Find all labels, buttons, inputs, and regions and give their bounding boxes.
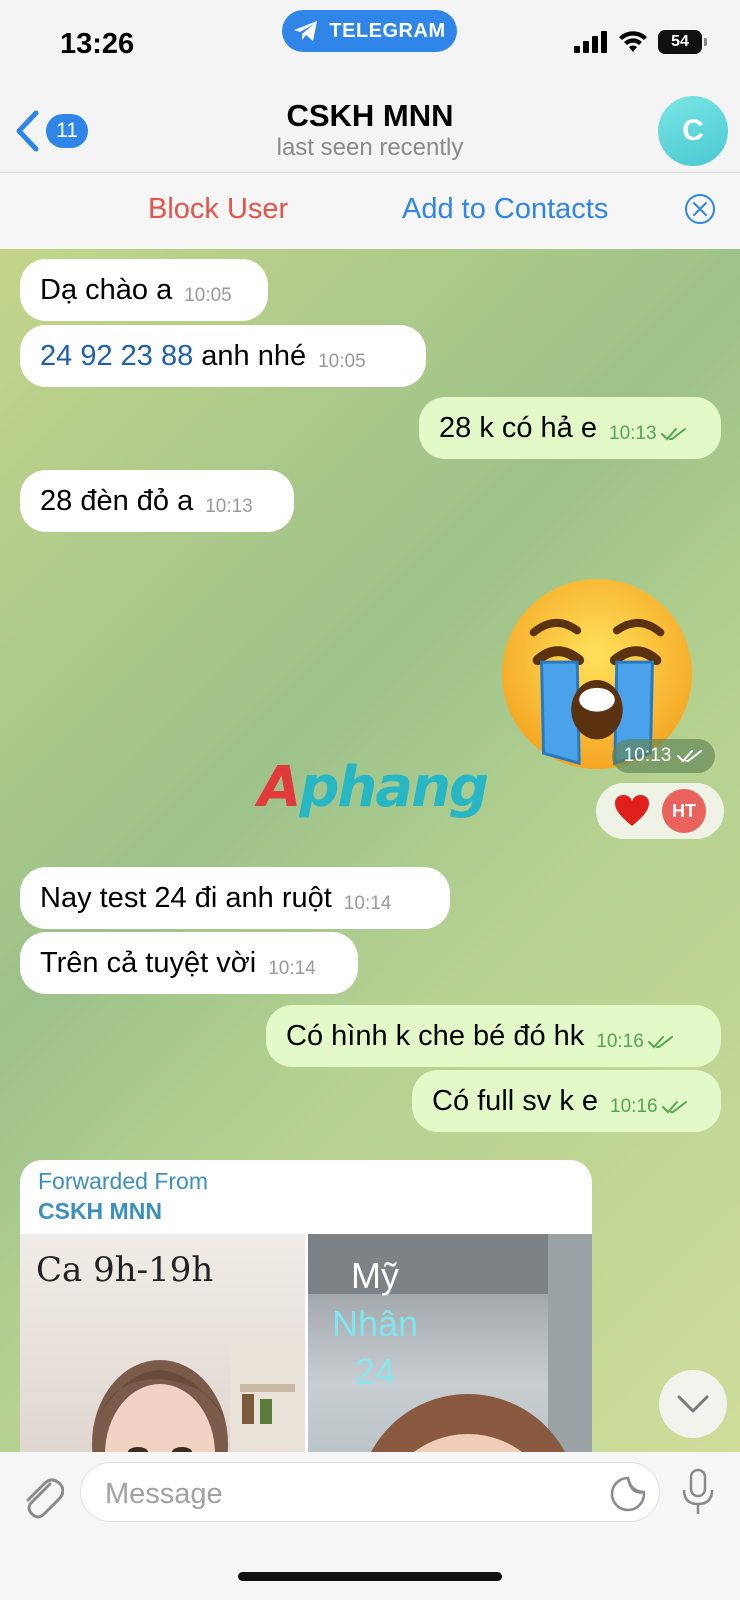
- message-time: 10:16: [596, 1031, 644, 1052]
- portrait-image: [92, 1344, 305, 1452]
- message-time: 10:13: [205, 496, 253, 517]
- status-icons: 54: [574, 30, 707, 54]
- reaction-user-avatar: HT: [662, 789, 706, 833]
- message-time: 10:14: [343, 893, 392, 914]
- chat-message-list[interactable]: Dạ chào a 10:05 24 92 23 88 anh nhé 10:0…: [0, 249, 740, 1452]
- status-time: 13:26: [60, 28, 135, 60]
- phone-number-link[interactable]: 24 92 23 88: [40, 340, 193, 373]
- message-text: 28 k có hả e: [439, 411, 597, 444]
- message-incoming[interactable]: 24 92 23 88 anh nhé 10:05: [20, 325, 426, 387]
- double-check-icon: [647, 1036, 673, 1049]
- forwarded-message[interactable]: Forwarded From CSKH MNN Ca 9h-19h Mỹ Nhâ…: [20, 1160, 592, 1452]
- forwarded-from-name[interactable]: CSKH MNN: [38, 1198, 162, 1225]
- home-indicator: [238, 1572, 502, 1581]
- scroll-to-bottom-button[interactable]: [659, 1370, 727, 1438]
- telegram-pill-label: TELEGRAM: [329, 19, 446, 42]
- message-time: 10:13: [623, 745, 672, 766]
- message-incoming[interactable]: Dạ chào a 10:05: [20, 259, 268, 321]
- message-incoming[interactable]: 28 đèn đỏ a 10:13: [20, 470, 294, 532]
- double-check-icon: [661, 1101, 687, 1114]
- message-incoming[interactable]: Trên cả tuyệt vời 10:14: [20, 932, 358, 994]
- photo-caption: Mỹ Nhân 24: [331, 1255, 419, 1392]
- add-to-contacts-button[interactable]: Add to Contacts: [402, 193, 608, 226]
- paperclip-icon[interactable]: [20, 1472, 64, 1520]
- forwarded-label: Forwarded From: [38, 1168, 208, 1194]
- message-text: Dạ chào a: [40, 273, 173, 306]
- double-check-icon: [677, 750, 703, 763]
- contact-avatar[interactable]: C: [658, 96, 728, 166]
- message-time: 10:16: [610, 1096, 658, 1117]
- message-text: anh nhé: [193, 339, 307, 372]
- message-field[interactable]: [80, 1462, 660, 1522]
- microphone-icon[interactable]: [680, 1468, 716, 1516]
- message-outgoing[interactable]: 28 k có hả e 10:13: [419, 397, 721, 459]
- message-time: 10:13: [609, 423, 657, 444]
- message-time: 10:05: [184, 285, 232, 306]
- sticker-time-badge: 10:13: [612, 739, 715, 773]
- album-photo[interactable]: Mỹ Nhân 24: [308, 1234, 592, 1452]
- message-text: Có full sv k e: [432, 1084, 598, 1117]
- battery-indicator: 54: [658, 30, 707, 54]
- message-text: Trên cả tuyệt vời: [40, 946, 257, 979]
- close-icon[interactable]: [684, 193, 716, 225]
- message-outgoing[interactable]: Có hình k che bé đó hk 10:16: [266, 1005, 721, 1067]
- chat-header: 11 CSKH MNN last seen recently C: [0, 92, 740, 172]
- message-text: Có hình k che bé đó hk: [286, 1019, 585, 1052]
- message-text: Nay test 24 đi anh ruột: [40, 881, 332, 914]
- message-text: 28 đèn đỏ a: [40, 484, 194, 517]
- watermark-logo: Aphang: [258, 755, 489, 820]
- chat-title[interactable]: CSKH MNN: [0, 98, 740, 134]
- status-bar: 13:26 TELEGRAM 54: [0, 0, 740, 92]
- signal-icon: [574, 31, 607, 53]
- telegram-icon: [294, 21, 318, 41]
- message-reaction[interactable]: HT: [596, 783, 724, 839]
- message-input[interactable]: [103, 1475, 577, 1513]
- album-photo[interactable]: Ca 9h-19h: [20, 1234, 305, 1452]
- message-time: 10:05: [318, 351, 366, 372]
- wifi-icon: [619, 31, 647, 52]
- chat-last-seen: last seen recently: [276, 134, 464, 161]
- battery-level: 54: [671, 33, 689, 50]
- message-incoming[interactable]: Nay test 24 đi anh ruột 10:14: [20, 867, 450, 929]
- sticker-icon[interactable]: [609, 1475, 647, 1513]
- double-check-icon: [660, 428, 686, 441]
- telegram-pill[interactable]: TELEGRAM: [282, 10, 457, 52]
- chevron-down-icon: [677, 1395, 709, 1413]
- contact-action-bar: Block User Add to Contacts: [0, 172, 740, 250]
- red-heart-icon: [615, 795, 649, 826]
- block-user-button[interactable]: Block User: [148, 193, 288, 226]
- avatar-letter: C: [682, 114, 704, 147]
- message-time: 10:14: [268, 958, 316, 979]
- message-outgoing[interactable]: Có full sv k e 10:16: [412, 1070, 721, 1132]
